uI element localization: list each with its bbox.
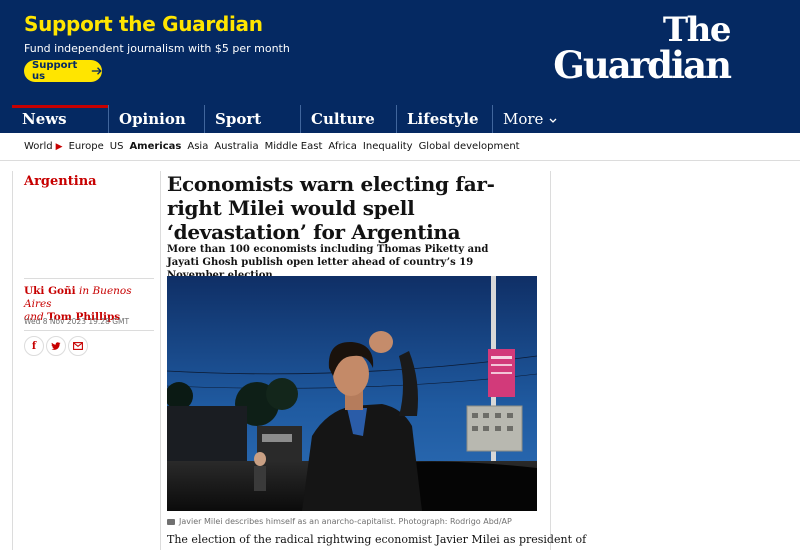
milei-photo-illustration bbox=[167, 276, 537, 511]
subnav-us[interactable]: US bbox=[110, 141, 124, 152]
pillar-more-label: More bbox=[503, 110, 544, 128]
article-body: The election of the radical rightwing ec… bbox=[167, 533, 587, 546]
author-link[interactable]: Uki Goñi bbox=[24, 285, 76, 297]
logo-line1: The bbox=[662, 10, 732, 50]
email-icon bbox=[73, 342, 83, 350]
facebook-share-button[interactable]: f bbox=[24, 336, 44, 356]
masthead: Support the Guardian Fund independent jo… bbox=[0, 0, 800, 105]
caption-text: Javier Milei describes himself as an ana… bbox=[179, 517, 512, 526]
pillar-more[interactable]: More bbox=[492, 105, 588, 133]
publish-date: Wed 8 Nov 2023 19.28 GMT bbox=[24, 317, 130, 326]
triangle-right-icon: ▶ bbox=[55, 141, 63, 152]
pillar-lifestyle[interactable]: Lifestyle bbox=[396, 105, 492, 133]
subnav-world[interactable]: World ▶ bbox=[24, 141, 63, 152]
arrow-right-icon bbox=[91, 67, 102, 75]
pillar-sport[interactable]: Sport bbox=[204, 105, 300, 133]
pillar-news[interactable]: News bbox=[12, 105, 108, 133]
subnav-australia[interactable]: Australia bbox=[214, 141, 258, 152]
support-title: Support the Guardian bbox=[24, 12, 263, 36]
pillar-culture[interactable]: Culture bbox=[300, 105, 396, 133]
divider bbox=[24, 278, 154, 279]
facebook-icon: f bbox=[31, 340, 37, 352]
logo-line2: Guardian bbox=[553, 43, 732, 87]
guardian-logo[interactable]: The Guardian bbox=[553, 10, 732, 87]
divider bbox=[24, 330, 154, 331]
section-tag[interactable]: Argentina bbox=[24, 174, 97, 189]
sub-nav: World ▶ Europe US Americas Asia Australi… bbox=[0, 133, 800, 161]
photo-caption: Javier Milei describes himself as an ana… bbox=[167, 517, 512, 526]
article-headline: Economists warn electing far-right Milei… bbox=[167, 172, 495, 244]
support-us-label: Support us bbox=[32, 60, 78, 82]
subnav-global-development[interactable]: Global development bbox=[419, 141, 520, 152]
subnav-asia[interactable]: Asia bbox=[187, 141, 208, 152]
article-content: Argentina Economists warn electing far-r… bbox=[0, 161, 800, 550]
pillar-opinion[interactable]: Opinion bbox=[108, 105, 204, 133]
support-us-button[interactable]: Support us bbox=[24, 60, 102, 82]
subnav-inequality[interactable]: Inequality bbox=[363, 141, 413, 152]
subnav-americas[interactable]: Americas bbox=[129, 141, 181, 152]
camera-icon bbox=[167, 518, 175, 525]
column-divider bbox=[12, 171, 13, 550]
column-divider bbox=[550, 171, 551, 550]
email-share-button[interactable] bbox=[68, 336, 88, 356]
twitter-icon bbox=[51, 341, 61, 350]
pillar-nav: News Opinion Sport Culture Lifestyle Mor… bbox=[0, 105, 800, 133]
chevron-down-icon bbox=[549, 118, 557, 123]
article-photo bbox=[167, 276, 537, 511]
subnav-africa[interactable]: Africa bbox=[328, 141, 357, 152]
subnav-middle-east[interactable]: Middle East bbox=[265, 141, 323, 152]
support-subtitle: Fund independent journalism with $5 per … bbox=[24, 42, 290, 55]
twitter-share-button[interactable] bbox=[46, 336, 66, 356]
column-divider bbox=[160, 171, 161, 550]
subnav-europe[interactable]: Europe bbox=[69, 141, 104, 152]
subnav-world-label: World bbox=[24, 141, 53, 152]
